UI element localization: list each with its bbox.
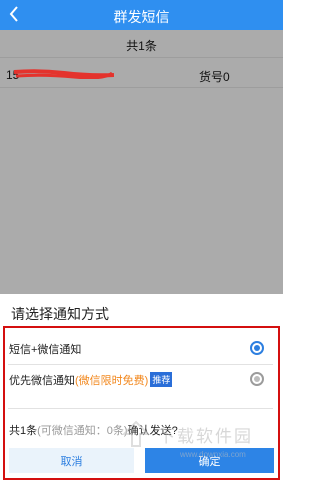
goods-number: 货号0	[199, 70, 230, 84]
recipient-count: 共1条	[126, 39, 157, 53]
redaction-scribble	[14, 69, 114, 79]
page-title: 群发短信	[113, 9, 170, 25]
recipient-count-row: 共1条	[0, 30, 283, 58]
sheet-title: 请选择通知方式	[11, 306, 109, 322]
highlight-frame	[3, 326, 280, 480]
recipient-row: 15 货号0	[0, 58, 283, 88]
top-bar: 群发短信	[0, 0, 283, 30]
